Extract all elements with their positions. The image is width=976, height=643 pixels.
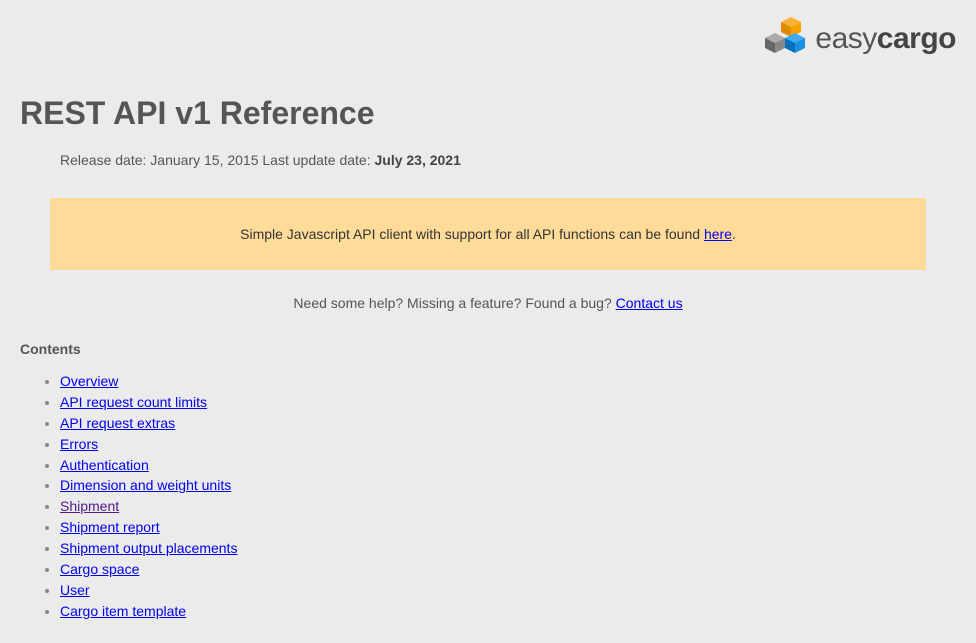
- toc-link-overview[interactable]: Overview: [60, 373, 118, 389]
- toc-item: Errors: [60, 435, 956, 454]
- toc-item: Authentication: [60, 456, 956, 475]
- banner-here-link[interactable]: here: [704, 226, 732, 242]
- toc-list: Overview API request count limits API re…: [20, 372, 956, 621]
- toc-item: API request count limits: [60, 393, 956, 412]
- toc-item: Shipment report: [60, 518, 956, 537]
- logo: easycargo: [763, 15, 956, 62]
- toc-item: Cargo item template: [60, 602, 956, 621]
- toc-item: Dimension and weight units: [60, 476, 956, 495]
- toc-link-shipment-output-placements[interactable]: Shipment output placements: [60, 540, 237, 556]
- toc-link-api-request-extras[interactable]: API request extras: [60, 415, 175, 431]
- toc-link-shipment[interactable]: Shipment: [60, 498, 119, 514]
- toc-link-shipment-report[interactable]: Shipment report: [60, 519, 160, 535]
- toc-item: API request extras: [60, 414, 956, 433]
- toc-link-user[interactable]: User: [60, 582, 90, 598]
- logo-text: easycargo: [815, 22, 956, 56]
- toc-item: Shipment output placements: [60, 539, 956, 558]
- toc-item: Shipment: [60, 497, 956, 516]
- toc-item: User: [60, 581, 956, 600]
- toc-link-dimension-weight-units[interactable]: Dimension and weight units: [60, 477, 231, 493]
- contents-heading: Contents: [20, 341, 956, 357]
- contact-us-link[interactable]: Contact us: [616, 295, 683, 311]
- toc-item: Overview: [60, 372, 956, 391]
- info-banner: Simple Javascript API client with suppor…: [50, 198, 926, 270]
- meta-dates: Release date: January 15, 2015 Last upda…: [60, 152, 956, 168]
- toc-link-authentication[interactable]: Authentication: [60, 457, 149, 473]
- toc-link-errors[interactable]: Errors: [60, 436, 98, 452]
- logo-icon: [763, 15, 811, 62]
- toc-link-api-request-count-limits[interactable]: API request count limits: [60, 394, 207, 410]
- help-line: Need some help? Missing a feature? Found…: [20, 295, 956, 311]
- toc-link-cargo-space[interactable]: Cargo space: [60, 561, 139, 577]
- page-title: REST API v1 Reference: [20, 95, 956, 132]
- toc-item: Cargo space: [60, 560, 956, 579]
